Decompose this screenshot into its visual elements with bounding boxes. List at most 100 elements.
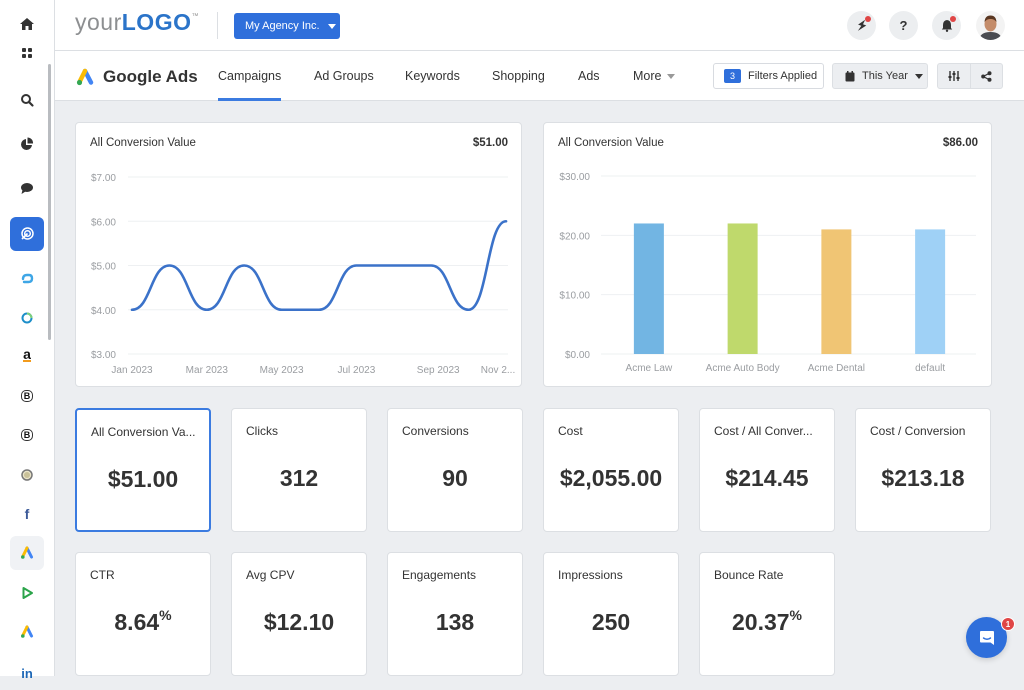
- chat-bubble-icon: [979, 630, 994, 645]
- bar: [821, 229, 852, 354]
- sidebar-item-campaigns[interactable]: [10, 217, 44, 251]
- metric-value: 138: [435, 609, 475, 635]
- tab-ad-groups[interactable]: Ad Groups: [314, 51, 374, 101]
- metric-value: 250: [591, 609, 631, 635]
- bar-chart-card: All Conversion Value $86.00 $30.00 $20.00…: [543, 122, 992, 387]
- sidebar-item-search[interactable]: [10, 83, 44, 117]
- metric-card-impressions[interactable]: Impressions 250: [543, 552, 679, 676]
- line-chart-card: All Conversion Value $51.00 $7.00 $6.00 $5…: [75, 122, 522, 387]
- metric-label: Cost / Conversion: [870, 424, 966, 438]
- tab-shopping[interactable]: Shopping: [492, 51, 545, 101]
- sidebar-item-home[interactable]: [10, 7, 44, 41]
- y-tick-label: $3.00: [91, 350, 116, 361]
- calendar-icon: [845, 70, 855, 81]
- tab-more[interactable]: More: [633, 51, 676, 101]
- metric-value: $12.10: [263, 609, 335, 635]
- tab-keywords[interactable]: Keywords: [405, 51, 460, 101]
- sidebar-item-google-ads[interactable]: [10, 536, 44, 570]
- sidebar-item-dashboard[interactable]: [10, 40, 44, 66]
- filters-label: Filters Applied: [748, 70, 818, 82]
- metric-label: Cost / All Conver...: [714, 424, 813, 438]
- share-button[interactable]: [969, 64, 1003, 88]
- metric-label: Cost: [558, 424, 583, 438]
- bing-icon: B: [20, 390, 34, 402]
- amazon-icon: a: [23, 346, 31, 362]
- home-icon: [20, 18, 34, 30]
- metric-card-clicks[interactable]: Clicks 312: [231, 408, 367, 532]
- sidebar-item-bing[interactable]: B: [10, 379, 44, 413]
- bar: [633, 223, 664, 354]
- sidebar-item-amazon[interactable]: a: [10, 338, 44, 372]
- metric-value: 312: [279, 465, 319, 491]
- metric-label: Impressions: [558, 568, 623, 582]
- metric-card-all-conversion-value[interactable]: All Conversion Va... $51.00: [75, 408, 211, 532]
- notification-dot: [865, 16, 871, 22]
- metric-value: $214.45: [725, 465, 809, 491]
- tab-ads[interactable]: Ads: [578, 51, 600, 101]
- metric-card-ctr[interactable]: CTR 8.64%: [75, 552, 211, 676]
- circle-logo-icon: [21, 469, 33, 481]
- y-tick-label: $4.00: [91, 306, 116, 317]
- sidebar-item-bing-2[interactable]: B: [10, 418, 44, 452]
- customize-button[interactable]: [938, 64, 970, 88]
- chat-unread-badge: 1: [1001, 617, 1015, 631]
- sidebar-item-messages[interactable]: [10, 171, 44, 205]
- metric-label: Bounce Rate: [714, 568, 784, 582]
- sidebar-scrollbar[interactable]: [48, 64, 51, 340]
- sidebar-item-reports[interactable]: [10, 127, 44, 161]
- avatar-icon: [976, 11, 1005, 40]
- sidebar-item-callrail[interactable]: [10, 262, 44, 296]
- y-tick-label: $0.00: [565, 350, 590, 361]
- agency-selector[interactable]: My Agency Inc.: [234, 13, 340, 39]
- page-title: Google Ads: [75, 67, 198, 87]
- callrail-icon: [21, 273, 34, 284]
- metric-value: $213.18: [881, 465, 965, 491]
- metric-card-cost[interactable]: Cost $2,055.00: [543, 408, 679, 532]
- divider: [217, 12, 218, 39]
- filters-button[interactable]: 3 Filters Applied: [713, 63, 824, 89]
- help-button[interactable]: ?: [889, 11, 918, 40]
- top-header: yourLOGO™ My Agency Inc. ?: [55, 0, 1024, 51]
- x-tick-label: default: [915, 363, 945, 374]
- x-tick-label: Acme Dental: [808, 363, 865, 374]
- sidebar-item-play[interactable]: [10, 576, 44, 610]
- metric-card-conversions[interactable]: Conversions 90: [387, 408, 523, 532]
- x-tick-label: Jul 2023: [337, 365, 375, 376]
- x-tick-label: Nov 2...: [481, 365, 515, 376]
- sidebar-item-ring[interactable]: [10, 301, 44, 335]
- chat-icon: [21, 183, 33, 194]
- bar: [727, 223, 758, 354]
- chevron-down-icon: [667, 73, 676, 79]
- tab-campaigns[interactable]: Campaigns: [218, 51, 282, 101]
- metric-card-cost-per-conversion[interactable]: Cost / Conversion $213.18: [855, 408, 991, 532]
- metric-value: $51.00: [107, 466, 179, 492]
- metric-value: 90: [442, 465, 468, 491]
- sidebar-item-google-ads-2[interactable]: [10, 615, 44, 649]
- sidebar-item-facebook[interactable]: f: [10, 497, 44, 531]
- metric-card-engagements[interactable]: Engagements 138: [387, 552, 523, 676]
- metric-card-avg-cpv[interactable]: Avg CPV $12.10: [231, 552, 367, 676]
- chevron-down-icon: [914, 73, 923, 79]
- notification-dot: [950, 16, 956, 22]
- date-range-selector[interactable]: This Year: [832, 63, 928, 89]
- user-avatar[interactable]: [976, 11, 1005, 40]
- x-tick-label: Acme Auto Body: [706, 363, 780, 374]
- sidebar-item-linkedin[interactable]: in: [10, 656, 44, 690]
- search-icon: [21, 94, 34, 107]
- whats-new-button[interactable]: [847, 11, 876, 40]
- notifications-button[interactable]: [932, 11, 961, 40]
- metric-card-cost-per-all-conversions[interactable]: Cost / All Conver... $214.45: [699, 408, 835, 532]
- target-icon: [21, 227, 34, 240]
- logo[interactable]: yourLOGO™: [75, 9, 199, 36]
- sidebar: a B B f in: [0, 0, 55, 681]
- metric-card-bounce-rate[interactable]: Bounce Rate 20.37%: [699, 552, 835, 676]
- metric-value: 8.64%: [114, 607, 172, 635]
- sliders-icon: [948, 71, 960, 81]
- metric-value: $2,055.00: [559, 465, 663, 491]
- date-range-label: This Year: [862, 70, 908, 82]
- pie-chart-icon: [21, 137, 34, 150]
- play-icon: [22, 587, 33, 599]
- google-ads-icon: [21, 546, 33, 559]
- grid-icon: [22, 48, 32, 58]
- sidebar-item-circle[interactable]: [10, 458, 44, 492]
